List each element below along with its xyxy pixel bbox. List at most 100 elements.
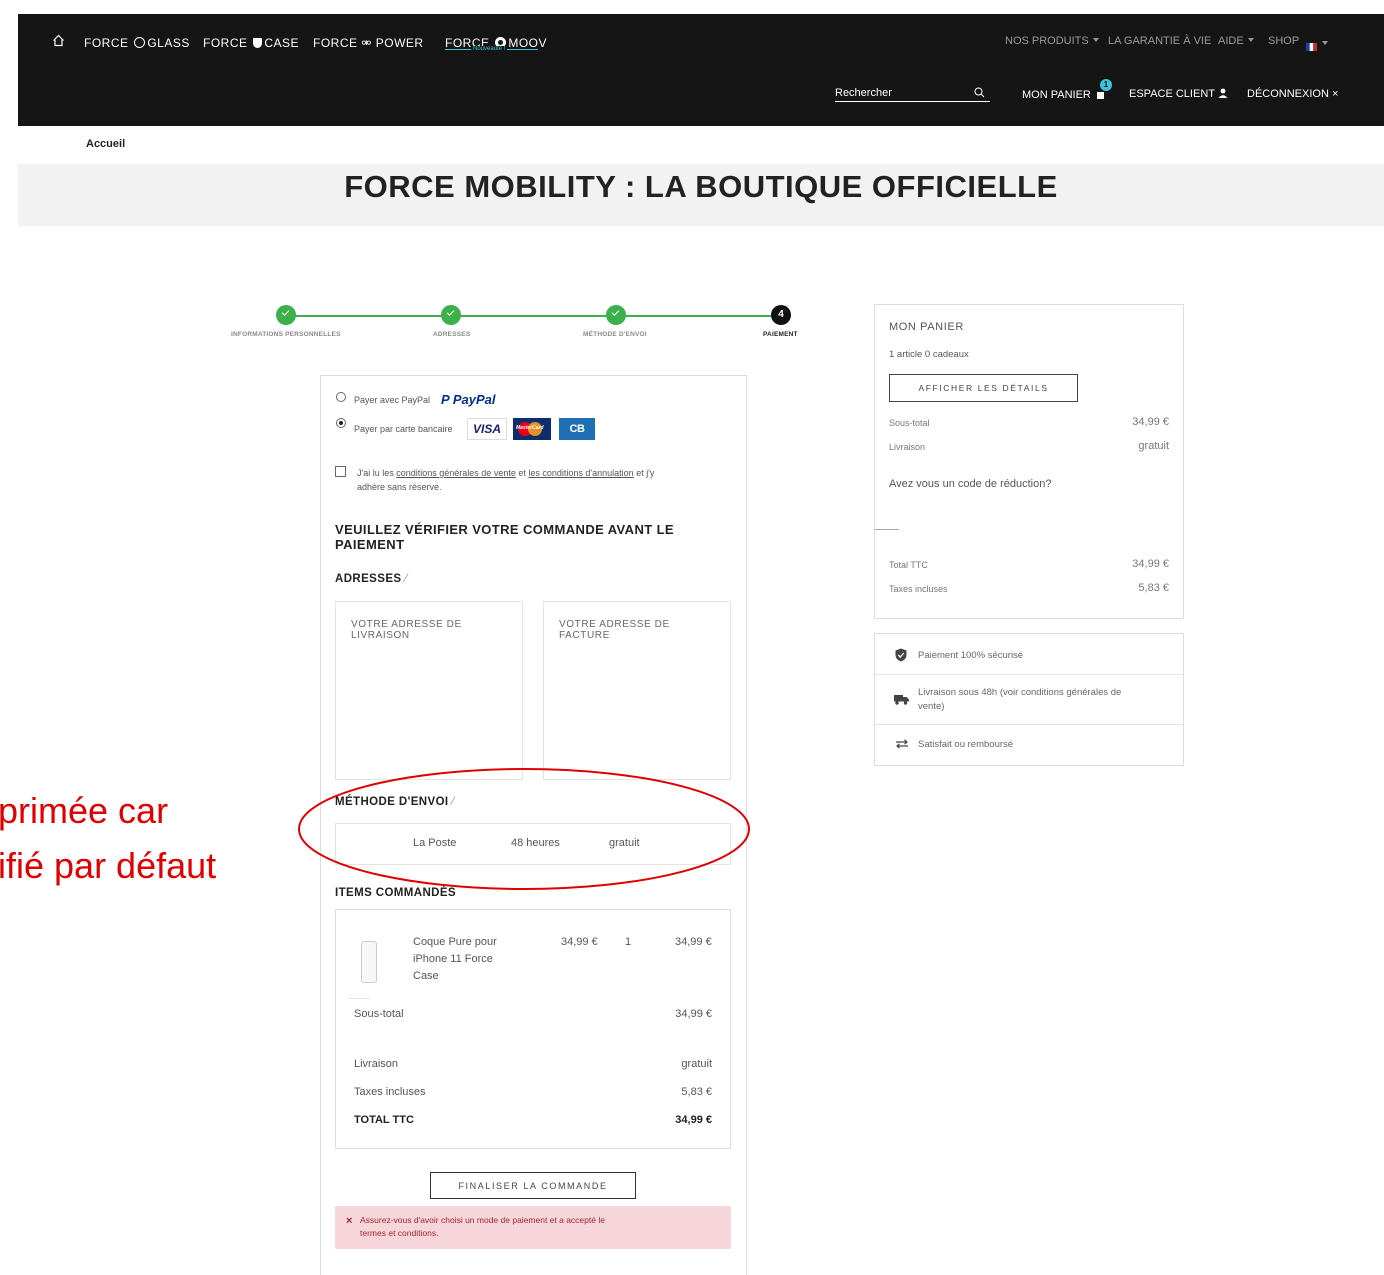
pencil-icon[interactable]: ⁄ [405, 573, 407, 585]
finalize-order-button[interactable]: FINALISER LA COMMANDE [430, 1172, 636, 1199]
product-unit-price: 34,99 € [561, 936, 598, 948]
items-shipping-label: Livraison [354, 1058, 399, 1070]
page-title: FORCE MOBILITY : LA BOUTIQUE OFFICIELLE [18, 164, 1384, 226]
nav-products-label: NOS PRODUITS [1005, 35, 1089, 47]
cart-subtotal-value: 34,99 € [1132, 416, 1169, 428]
items-shipping-value: gratuit [681, 1058, 712, 1070]
summary-divider [875, 529, 899, 530]
cart-summary-panel: MON PANIER 1 article 0 cadeaux AFFICHER … [874, 304, 1184, 619]
cgv-link[interactable]: conditions générales de vente [396, 468, 516, 478]
cart-summary-count: 1 article 0 cadeaux [889, 349, 969, 360]
product-total: 34,99 € [675, 936, 712, 948]
logout-link[interactable]: DÉCONNEXION × [1247, 88, 1338, 100]
product-name-line3[interactable]: Case [413, 970, 439, 982]
step-label-payment: PAIEMENT [763, 331, 798, 338]
terms-prefix: J'ai lu les [357, 468, 394, 478]
product-name[interactable]: Coque Pure pour [413, 936, 497, 948]
paypal-option-label[interactable]: Payer avec PayPal [354, 395, 430, 405]
card-option-label[interactable]: Payer par carte bancaire [354, 424, 453, 434]
cb-logo: CB [559, 418, 595, 440]
addresses-heading-label: ADRESSES [335, 573, 402, 585]
reassurance-secure-payment: Paiement 100% sécurisé [918, 650, 1024, 661]
nav-warranty-label: LA GARANTIE À VIE [1108, 35, 1212, 47]
step-label-shipping: MÉTHODE D'ENVOI [583, 331, 647, 338]
annotation-text-line1: primée car [0, 790, 169, 831]
terms-text-line2: adhère sans réserve. [357, 482, 442, 492]
nav-shop[interactable]: SHOP [1268, 35, 1299, 47]
brand-force-text: FORCE [313, 36, 358, 50]
addresses-heading[interactable]: ADRESSES ⁄ [335, 573, 407, 585]
cart-shipping-label: Livraison [889, 442, 926, 452]
nav-help[interactable]: AIDE [1218, 35, 1254, 47]
power-logo-icon: ⚮ [361, 36, 372, 50]
cart-summary-title: MON PANIER [889, 321, 964, 333]
cart-bag-icon: 1 [1096, 79, 1112, 100]
error-x-icon: × [346, 1215, 353, 1227]
step-shipping-check-icon[interactable] [606, 305, 626, 325]
verify-heading-line2: PAIEMENT [335, 537, 405, 552]
billing-address-title: VOTRE ADRESSE DE [559, 619, 670, 630]
cart-label: MON PANIER [1022, 89, 1091, 101]
promo-code-link[interactable]: Avez vous un code de réduction? [889, 478, 1051, 490]
account-label: ESPACE CLIENT [1129, 88, 1215, 100]
step-addresses-check-icon[interactable] [441, 305, 461, 325]
brand-link-force-case[interactable]: FORCE CASE [203, 36, 299, 50]
cart-count-badge: 1 [1099, 79, 1112, 91]
glass-logo-icon [134, 37, 146, 48]
breadcrumb[interactable]: Accueil [86, 138, 125, 150]
cart-shipping-value: gratuit [1138, 440, 1169, 452]
step-label-personal-info: INFORMATIONS PERSONNELLES [231, 331, 341, 338]
language-selector[interactable] [1306, 38, 1328, 56]
cart-total-label: Total TTC [889, 560, 928, 570]
brand-moov-text: MOOV [508, 36, 548, 50]
terms-mid: et [518, 468, 526, 478]
chevron-down-icon [1247, 38, 1254, 42]
home-icon[interactable] [52, 34, 65, 47]
items-taxes-value: 5,83 € [681, 1086, 712, 1098]
search-input[interactable] [835, 84, 990, 102]
cart-subtotal-label: Sous-total [889, 418, 930, 428]
chevron-down-icon [1322, 41, 1328, 45]
user-icon [1218, 88, 1228, 98]
error-message-line2: termes et conditions. [360, 1228, 439, 1238]
step-payment-current: 4 [771, 305, 791, 325]
brand-case-text: CASE [264, 36, 300, 50]
product-thumbnail[interactable] [361, 941, 377, 983]
chevron-down-icon [1092, 38, 1099, 42]
nav-warranty[interactable]: LA GARANTIE À VIE [1108, 35, 1211, 47]
brand-force-text: FORCE [203, 36, 248, 50]
billing-address-title-line2: FACTURE [559, 630, 610, 641]
step-personal-info-check-icon[interactable] [276, 305, 296, 325]
nav-shop-label: SHOP [1268, 35, 1300, 47]
terms-checkbox[interactable] [335, 466, 346, 477]
show-details-button[interactable]: AFFICHER LES DÉTAILS [889, 374, 1078, 402]
brand-link-force-glass[interactable]: FORCE GLASS [84, 36, 190, 50]
paypal-logo: P PayPal [441, 392, 495, 407]
brand-glass-text: GLASS [147, 36, 190, 50]
top-navbar: FORCE GLASS FORCE CASE FORCE ⚮ POWER FOR… [18, 14, 1384, 126]
account-link[interactable]: ESPACE CLIENT [1129, 88, 1228, 100]
cancellation-link[interactable]: les conditions d'annulation [528, 468, 633, 478]
search-icon[interactable] [974, 87, 985, 98]
stepper-line [286, 315, 782, 317]
mastercard-logo-text: MasterCard [516, 425, 544, 431]
delivery-address-title: VOTRE ADRESSE DE [351, 619, 462, 630]
product-name-line2[interactable]: iPhone 11 Force [413, 953, 493, 965]
card-radio[interactable] [336, 418, 346, 428]
verify-heading: VEUILLEZ VÉRIFIER VOTRE COMMANDE AVANT L… [335, 522, 675, 537]
item-divider [348, 998, 370, 999]
annotation-text-line2: ifié par défaut [0, 845, 217, 886]
mastercard-logo: MasterCard [513, 418, 551, 440]
reassurance-divider [875, 724, 1183, 725]
items-taxes-label: Taxes incluses [354, 1086, 426, 1098]
paypal-radio[interactable] [336, 392, 346, 402]
paypal-logo-text: PayPal [452, 392, 496, 407]
visa-logo: VISA [467, 418, 507, 440]
items-total-value: 34,99 € [675, 1114, 712, 1126]
truck-icon [894, 695, 909, 705]
cart-taxes-value: 5,83 € [1138, 582, 1169, 594]
cart-link[interactable]: MON PANIER 1 [1022, 79, 1112, 101]
exchange-arrows-icon [896, 739, 908, 749]
nav-products[interactable]: NOS PRODUITS [1005, 35, 1099, 47]
brand-link-force-power[interactable]: FORCE ⚮ POWER [313, 36, 424, 50]
